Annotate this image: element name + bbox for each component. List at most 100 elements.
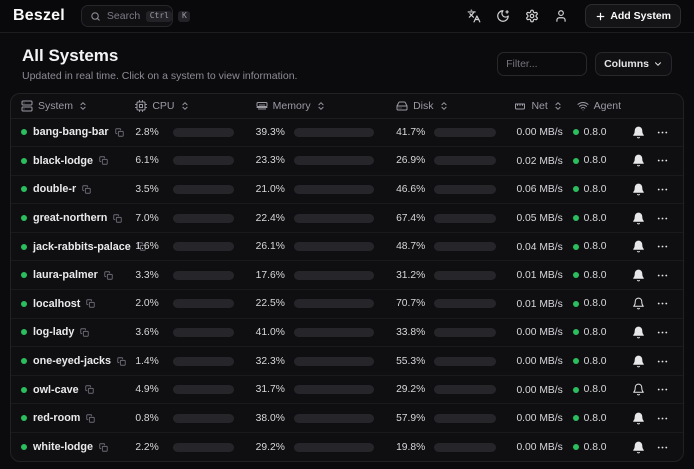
agent-status-dot	[573, 244, 579, 250]
table-row[interactable]: jack-rabbits-palace 1.6% 26.1% 48.7% 0.0…	[11, 232, 683, 261]
table-row[interactable]: white-lodge 2.2% 29.2% 19.8% 0.00 MB/s 0…	[11, 433, 683, 462]
memory-percent: 31.7%	[256, 384, 288, 395]
alerts-bell-button[interactable]	[630, 238, 647, 255]
table-row[interactable]: one-eyed-jacks 1.4% 32.3% 55.3% 0.00 MB/…	[11, 347, 683, 376]
cpu-percent: 2.2%	[135, 442, 167, 453]
theme-toggle-button[interactable]	[491, 4, 515, 28]
table-row[interactable]: owl-cave 4.9% 31.7% 29.2% 0.00 MB/s 0.8.…	[11, 375, 683, 404]
net-speed: 0.00 MB/s	[508, 385, 562, 396]
table-row[interactable]: double-r 3.5% 21.0% 46.6% 0.06 MB/s 0.8.…	[11, 175, 683, 204]
copy-link-icon[interactable]	[80, 328, 89, 337]
filter-input[interactable]	[497, 52, 587, 76]
row-menu-ellipsis-button[interactable]	[654, 439, 671, 456]
table-row[interactable]: black-lodge 6.1% 23.3% 26.9% 0.02 MB/s 0…	[11, 147, 683, 176]
table-row[interactable]: bang-bang-bar 2.8% 39.3% 41.7% 0.00 MB/s…	[11, 118, 683, 147]
table-row[interactable]: great-northern 7.0% 22.4% 67.4% 0.05 MB/…	[11, 204, 683, 233]
column-header-agent[interactable]: Agent	[573, 94, 627, 118]
row-menu-ellipsis-button[interactable]	[654, 181, 671, 198]
disk-percent: 41.7%	[396, 127, 428, 138]
columns-dropdown-button[interactable]: Columns	[595, 52, 672, 76]
row-menu-ellipsis-button[interactable]	[654, 353, 671, 370]
alerts-bell-button[interactable]	[630, 410, 647, 427]
alerts-bell-button[interactable]	[630, 210, 647, 227]
memory-percent: 26.1%	[256, 241, 288, 252]
main-content: All Systems Updated in real time. Click …	[0, 33, 694, 462]
table-row[interactable]: red-room 0.8% 38.0% 57.9% 0.00 MB/s 0.8.…	[11, 404, 683, 433]
disk-bar	[434, 443, 496, 452]
search-input[interactable]: Search Ctrl K	[81, 5, 173, 27]
disk-bar	[434, 357, 496, 366]
alerts-bell-button[interactable]	[630, 267, 647, 284]
net-speed: 0.00 MB/s	[508, 127, 562, 138]
alerts-bell-button[interactable]	[630, 324, 647, 341]
memory-percent: 39.3%	[256, 127, 288, 138]
system-name: owl-cave	[33, 384, 79, 396]
agent-status-dot	[573, 387, 579, 393]
column-header-cpu[interactable]: CPU	[125, 94, 245, 118]
row-menu-ellipsis-button[interactable]	[654, 124, 671, 141]
cpu-percent: 3.6%	[135, 327, 167, 338]
alerts-bell-button[interactable]	[630, 439, 647, 456]
row-menu-ellipsis-button[interactable]	[654, 295, 671, 312]
column-header-memory[interactable]: Memory	[246, 94, 386, 118]
memory-bar	[294, 214, 374, 223]
ethernet-port-icon	[514, 100, 526, 112]
row-menu-ellipsis-button[interactable]	[654, 381, 671, 398]
alerts-bell-button[interactable]	[630, 381, 647, 398]
column-header-system[interactable]: System	[11, 94, 125, 118]
net-speed: 0.05 MB/s	[508, 213, 562, 224]
shortcut-key-k: K	[178, 11, 190, 22]
wifi-icon	[577, 100, 589, 112]
copy-link-icon[interactable]	[86, 414, 95, 423]
row-menu-ellipsis-button[interactable]	[654, 210, 671, 227]
copy-link-icon[interactable]	[86, 299, 95, 308]
row-menu-ellipsis-button[interactable]	[654, 324, 671, 341]
alerts-bell-button[interactable]	[630, 152, 647, 169]
row-menu-ellipsis-button[interactable]	[654, 410, 671, 427]
agent-status-dot	[573, 358, 579, 364]
copy-link-icon[interactable]	[115, 128, 124, 137]
alerts-bell-button[interactable]	[630, 295, 647, 312]
copy-link-icon[interactable]	[82, 185, 91, 194]
row-menu-ellipsis-button[interactable]	[654, 267, 671, 284]
systems-table-card: System CPU Memory Di	[10, 93, 684, 462]
app-logo[interactable]: Beszel	[13, 7, 65, 25]
alerts-bell-button[interactable]	[630, 353, 647, 370]
sort-chevrons-icon	[78, 101, 88, 111]
user-menu-button[interactable]	[549, 4, 573, 28]
alerts-bell-button[interactable]	[630, 124, 647, 141]
settings-button[interactable]	[520, 4, 544, 28]
memory-bar	[294, 185, 374, 194]
language-button[interactable]	[462, 4, 486, 28]
status-up-dot	[21, 186, 27, 192]
disk-percent: 26.9%	[396, 155, 428, 166]
row-menu-ellipsis-button[interactable]	[654, 238, 671, 255]
status-up-dot	[21, 301, 27, 307]
cpu-bar	[173, 242, 233, 251]
column-header-actions	[627, 94, 683, 118]
column-header-disk[interactable]: Disk	[386, 94, 508, 118]
copy-link-icon[interactable]	[99, 443, 108, 452]
agent-version: 0.8.0	[584, 442, 607, 453]
copy-link-icon[interactable]	[99, 156, 108, 165]
agent-version: 0.8.0	[584, 241, 607, 252]
system-name: localhost	[33, 298, 80, 310]
alerts-bell-button[interactable]	[630, 181, 647, 198]
row-menu-ellipsis-button[interactable]	[654, 152, 671, 169]
copy-link-icon[interactable]	[117, 357, 126, 366]
table-row[interactable]: log-lady 3.6% 41.0% 33.8% 0.00 MB/s 0.8.…	[11, 318, 683, 347]
memory-bar	[294, 414, 374, 423]
table-row[interactable]: localhost 2.0% 22.5% 70.7% 0.01 MB/s 0.8…	[11, 290, 683, 319]
table-row[interactable]: laura-palmer 3.3% 17.6% 31.2% 0.01 MB/s …	[11, 261, 683, 290]
net-speed: 0.01 MB/s	[508, 270, 562, 281]
status-up-dot	[21, 415, 27, 421]
copy-link-icon[interactable]	[85, 385, 94, 394]
add-system-button[interactable]: Add System	[585, 4, 681, 28]
system-name: red-room	[33, 412, 80, 424]
copy-link-icon[interactable]	[113, 214, 122, 223]
agent-version: 0.8.0	[584, 127, 607, 138]
copy-link-icon[interactable]	[104, 271, 113, 280]
cpu-percent: 3.5%	[135, 184, 167, 195]
column-header-net[interactable]: Net	[508, 94, 572, 118]
memory-percent: 23.3%	[256, 155, 288, 166]
